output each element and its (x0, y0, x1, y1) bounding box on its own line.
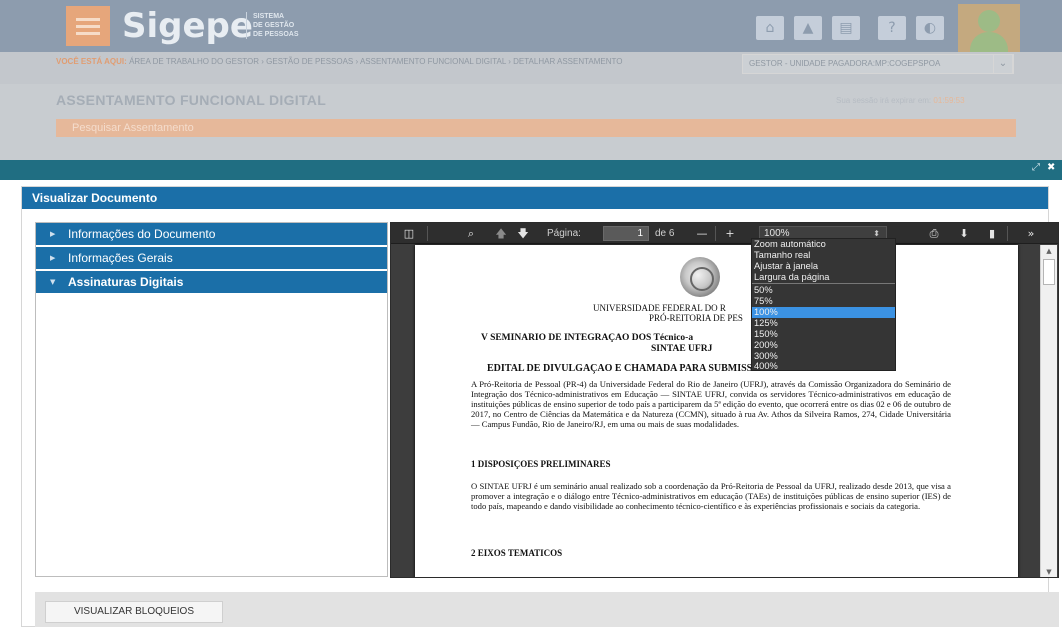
app-logo: Sigepe (122, 6, 253, 46)
pdf-viewer: ◫ ⌕ 🡅 🡇 Página: 1 de 6 — + 100% ⬍ ⎙ ⬇ ▮ (390, 222, 1059, 578)
logo-sub-line: SISTEMA (253, 13, 285, 20)
app-logo-subtitle: SISTEMA DE GESTÃO DE PESSOAS (246, 12, 299, 39)
home-icon[interactable]: ⌂ (756, 16, 784, 40)
previous-page-icon[interactable]: 🡅 (493, 225, 509, 242)
book-icon[interactable]: ▤ (832, 16, 860, 40)
next-page-icon[interactable]: 🡇 (515, 225, 531, 242)
modal-footer: VISUALIZAR BLOQUEIOS (35, 592, 1059, 627)
chevron-down-icon[interactable]: ⌄ (993, 54, 1013, 74)
zoom-option[interactable]: 150% (752, 329, 895, 340)
modal-top-bar (0, 160, 1062, 180)
doc-pro-reitoria: PRÓ-REITORIA DE PES (649, 313, 743, 323)
doc-paragraph-2: O SINTAE UFRJ é um seminário anual reali… (471, 481, 951, 511)
scroll-down-icon[interactable]: ▼ (1041, 566, 1057, 577)
pdf-toolbar: ◫ ⌕ 🡅 🡇 Página: 1 de 6 — + 100% ⬍ ⎙ ⬇ ▮ (391, 223, 1058, 244)
caret-right-icon: ▶ (50, 230, 56, 238)
zoom-option[interactable]: 200% (752, 340, 895, 351)
expand-icon[interactable]: ⤢ (1032, 162, 1040, 173)
logo-sub-line: DE GESTÃO (253, 22, 295, 29)
page-title: ASSENTAMENTO FUNCIONAL DIGITAL (56, 92, 327, 108)
accordion-label: Informações Gerais (68, 251, 173, 265)
session-label: Sua sessão irá expirar em: (836, 96, 932, 105)
breadcrumb-path[interactable]: ÁREA DE TRABALHO DO GESTOR › GESTÃO DE P… (129, 57, 622, 66)
close-icon[interactable]: ✖ (1047, 162, 1055, 173)
doc-heading-2: 2 EIXOS TEMATICOS (471, 548, 563, 558)
search-assentamento-bar[interactable]: Pesquisar Assentamento (56, 119, 1016, 137)
page-number-input[interactable]: 1 (603, 226, 649, 241)
accordion-label: Assinaturas Digitais (68, 275, 184, 289)
caret-down-icon: ▼ (50, 278, 56, 286)
avatar[interactable] (958, 4, 1020, 52)
print-icon[interactable]: ⎙ (925, 225, 943, 242)
breadcrumb-prefix: VOCÊ ESTÁ AQUI: (56, 57, 127, 66)
help-icon[interactable]: ? (878, 16, 906, 40)
modal-title: Visualizar Documento (22, 187, 1048, 209)
zoom-option[interactable]: Tamanho real (752, 250, 895, 261)
bell-icon[interactable]: ▲ (794, 16, 822, 40)
view-blocks-button[interactable]: VISUALIZAR BLOQUEIOS (45, 601, 223, 623)
sidebar-toggle-icon[interactable]: ◫ (401, 225, 417, 242)
doc-paragraph-1: A Pró-Reitoria de Pessoal (PR-4) da Univ… (471, 379, 951, 429)
screen: Sigepe SISTEMA DE GESTÃO DE PESSOAS ⌂ ▲ … (0, 0, 1062, 627)
accordion: ▶ Informações do Documento ▶ Informações… (35, 222, 388, 577)
scroll-thumb[interactable] (1043, 259, 1055, 285)
zoom-dropdown-list: Zoom automático Tamanho real Ajustar à j… (751, 238, 896, 371)
scroll-up-icon[interactable]: ▲ (1041, 245, 1057, 257)
logo-sub-line: DE PESSOAS (253, 31, 299, 38)
contrast-icon[interactable]: ◐ (916, 16, 944, 40)
zoom-option[interactable]: 300% (752, 351, 895, 362)
menu-icon[interactable] (66, 6, 110, 46)
zoom-option[interactable]: Largura da página (752, 272, 895, 283)
zoom-out-icon[interactable]: — (695, 225, 709, 242)
accordion-item-digital-signatures[interactable]: ▼ Assinaturas Digitais (36, 271, 387, 294)
page-total: de 6 (655, 228, 675, 239)
session-time: 01:59:53 (933, 96, 965, 105)
pdf-scrollbar[interactable]: ▲ ▼ (1040, 245, 1057, 577)
zoom-option[interactable]: 125% (752, 318, 895, 329)
zoom-option[interactable]: 50% (752, 285, 895, 296)
accordion-item-general-info[interactable]: ▶ Informações Gerais (36, 247, 387, 270)
session-timer: Sua sessão irá expirar em: 01:59:53 (836, 96, 965, 105)
zoom-in-icon[interactable]: + (723, 225, 737, 242)
doc-heading-1: 1 DISPOSIÇOES PRELIMINARES (471, 459, 611, 469)
accordion-item-document-info[interactable]: ▶ Informações do Documento (36, 223, 387, 246)
more-tools-icon[interactable]: » (1019, 225, 1043, 242)
breadcrumb: VOCÊ ESTÁ AQUI: ÁREA DE TRABALHO DO GEST… (56, 57, 676, 67)
zoom-option[interactable]: 400% (752, 361, 895, 372)
download-icon[interactable]: ⬇ (955, 225, 973, 242)
profile-select[interactable]: GESTOR - UNIDADE PAGADORA:MP:COGEPSPOA ⌄ (742, 54, 1014, 74)
doc-university: UNIVERSIDADE FEDERAL DO R (593, 303, 726, 313)
university-seal-icon (680, 257, 720, 297)
zoom-option[interactable]: Ajustar à janela (752, 261, 895, 272)
accordion-label: Informações do Documento (68, 227, 216, 241)
search-icon[interactable]: ⌕ (463, 225, 479, 242)
profile-value: GESTOR - UNIDADE PAGADORA:MP:COGEPSPOA (749, 59, 941, 68)
doc-seminar-title: V SEMINARIO DE INTEGRAÇAO DOS Técnico-a (481, 333, 694, 343)
bookmark-icon[interactable]: ▮ (985, 225, 999, 242)
page-label: Página: (547, 228, 581, 239)
zoom-option[interactable]: Zoom automático (752, 239, 895, 250)
caret-right-icon: ▶ (50, 254, 56, 262)
zoom-option[interactable]: 75% (752, 296, 895, 307)
zoom-option-selected[interactable]: 100% (752, 307, 895, 318)
pdf-page: UNIVERSIDADE FEDERAL DO R PRÓ-REITORIA D… (415, 245, 1018, 577)
zoom-divider (752, 283, 895, 284)
doc-sintae: SINTAE UFRJ (651, 344, 713, 354)
